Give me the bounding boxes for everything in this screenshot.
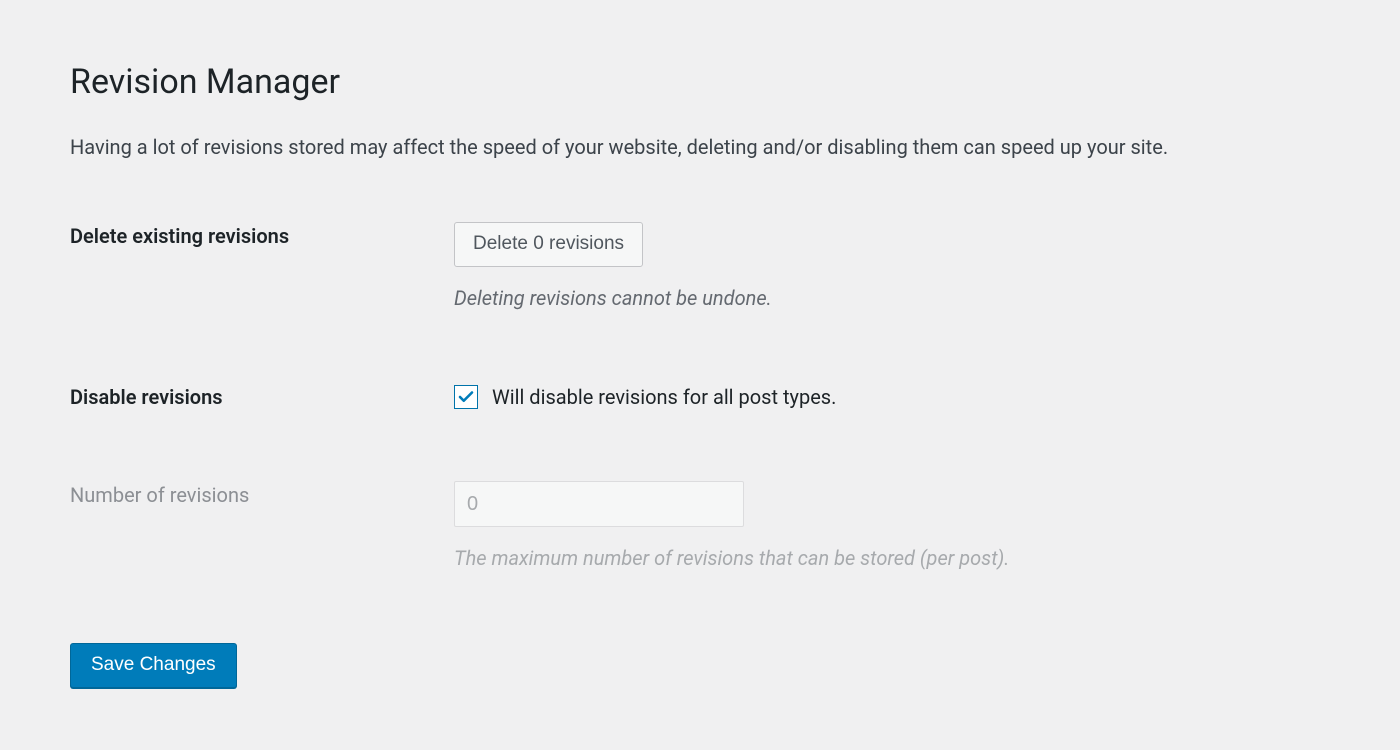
settings-page: Revision Manager Having a lot of revisio… <box>0 0 1400 728</box>
disable-revisions-checkbox[interactable] <box>454 385 478 409</box>
save-changes-button[interactable]: Save Changes <box>70 643 237 688</box>
page-title: Revision Manager <box>70 60 1330 104</box>
delete-revisions-help: Deleting revisions cannot be undone. <box>454 283 1330 313</box>
row-delete-revisions: Delete existing revisions Delete 0 revis… <box>70 222 1330 383</box>
cell-disable-revisions: Will disable revisions for all post type… <box>454 383 1330 481</box>
delete-revisions-button[interactable]: Delete 0 revisions <box>454 222 643 267</box>
row-disable-revisions: Disable revisions Will disable revisions… <box>70 383 1330 481</box>
cell-number-revisions: The maximum number of revisions that can… <box>454 481 1330 643</box>
number-revisions-input[interactable] <box>454 481 744 527</box>
label-disable-revisions: Disable revisions <box>70 383 454 481</box>
page-intro: Having a lot of revisions stored may aff… <box>70 132 1330 162</box>
cell-delete-revisions: Delete 0 revisions Deleting revisions ca… <box>454 222 1330 383</box>
label-number-revisions: Number of revisions <box>70 481 454 643</box>
number-revisions-help: The maximum number of revisions that can… <box>454 543 1330 573</box>
disable-revisions-checkbox-row: Will disable revisions for all post type… <box>454 383 1330 411</box>
label-delete-revisions: Delete existing revisions <box>70 222 454 383</box>
disable-revisions-checkbox-label[interactable]: Will disable revisions for all post type… <box>492 383 836 411</box>
settings-form-table: Delete existing revisions Delete 0 revis… <box>70 222 1330 643</box>
submit-row: Save Changes <box>70 643 1330 688</box>
row-number-revisions: Number of revisions The maximum number o… <box>70 481 1330 643</box>
checkmark-icon <box>457 388 475 406</box>
